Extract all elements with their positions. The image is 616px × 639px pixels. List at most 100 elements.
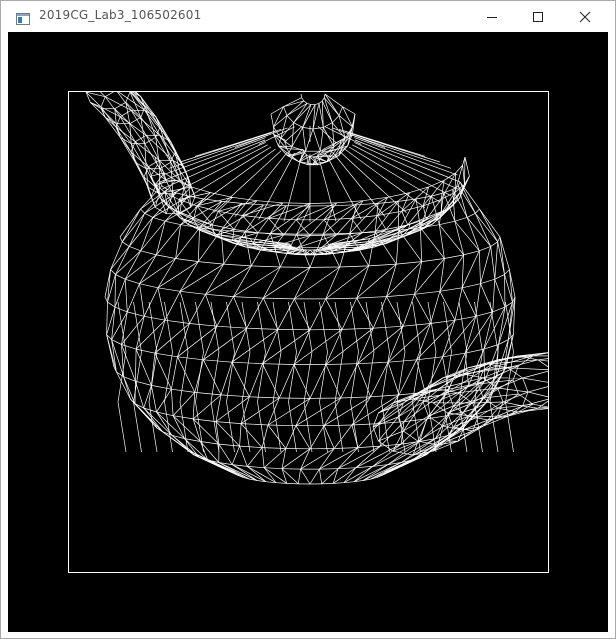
wireframe-edge xyxy=(475,283,481,317)
wireframe-edge xyxy=(343,467,357,483)
wireframe-edge xyxy=(154,353,172,390)
wireframe-edge xyxy=(241,423,269,426)
wireframe-edge xyxy=(264,467,283,470)
wireframe-edge xyxy=(216,296,234,327)
wireframe-edge xyxy=(136,348,155,354)
wireframe-edge xyxy=(348,132,441,163)
wireframe-edge xyxy=(553,370,593,380)
wireframe-edge xyxy=(489,351,499,403)
wireframe-edge xyxy=(331,122,335,147)
wireframe-edge xyxy=(396,261,422,265)
wireframe-edge xyxy=(140,250,157,256)
wireframe-edge xyxy=(464,156,470,177)
wireframe-edge xyxy=(286,103,308,116)
teapot-wireframe xyxy=(85,92,593,485)
wireframe-edge xyxy=(342,327,374,330)
wireframe-edge xyxy=(106,334,115,368)
wireframe-edge xyxy=(85,92,102,108)
wireframe-edge xyxy=(304,152,307,156)
wireframe-edge xyxy=(189,294,206,324)
wireframe-edge xyxy=(115,274,126,280)
minimize-icon xyxy=(487,17,497,18)
wireframe-edge xyxy=(85,92,91,103)
wireframe-edge xyxy=(499,236,510,270)
wireframe-edge xyxy=(115,116,121,128)
wireframe-edge xyxy=(334,145,348,157)
wireframe-edge xyxy=(333,424,353,449)
wireframe-edge xyxy=(303,301,313,353)
wireframe-edge xyxy=(312,156,317,158)
wireframe-edge xyxy=(272,301,282,353)
wireframe-edge xyxy=(553,352,573,356)
wireframe-edge xyxy=(130,399,156,425)
wireframe-edge xyxy=(317,153,337,222)
wireframe-edge xyxy=(226,401,235,453)
wireframe-edge xyxy=(233,296,248,329)
wireframe-edge xyxy=(218,443,240,447)
wireframe-edge xyxy=(334,447,358,449)
wireframe-edge xyxy=(365,401,375,453)
wireframe-edge xyxy=(325,126,362,145)
wireframe-edge xyxy=(179,261,199,292)
wireframe-edge xyxy=(239,445,263,448)
wireframe-scene xyxy=(68,91,593,573)
wireframe-edge xyxy=(179,301,189,353)
wireframe-edge xyxy=(325,298,343,330)
wireframe-edge xyxy=(171,388,195,393)
wireframe-edge xyxy=(319,401,328,453)
wireframe-edge xyxy=(300,93,303,98)
wireframe-edge xyxy=(239,445,248,467)
wireframe-edge xyxy=(180,290,206,295)
wireframe-edge xyxy=(189,323,217,327)
wireframe-edge xyxy=(518,393,534,405)
wireframe-edge xyxy=(114,274,116,308)
opengl-canvas[interactable] xyxy=(8,32,608,632)
wireframe-edge xyxy=(303,100,308,104)
maximize-button[interactable] xyxy=(515,1,561,32)
wireframe-edge xyxy=(283,219,297,236)
wireframe-edge xyxy=(439,220,455,226)
minimize-button[interactable] xyxy=(469,1,515,32)
wireframe-edge xyxy=(362,196,388,202)
wireframe-edge xyxy=(378,423,381,447)
wireframe-edge xyxy=(156,254,176,259)
wireframe-edge xyxy=(588,380,593,394)
wireframe-edge xyxy=(509,269,516,298)
wireframe-edge xyxy=(244,232,252,266)
wireframe-edge xyxy=(504,269,510,275)
wireframe-edge xyxy=(192,392,196,419)
wireframe-edge xyxy=(140,208,145,214)
wireframe-edge xyxy=(155,179,167,188)
wireframe-edge xyxy=(283,202,311,204)
wireframe-edge xyxy=(475,208,480,214)
wireframe-edge xyxy=(396,301,406,353)
wireframe-edge xyxy=(462,283,481,289)
wireframe-edge xyxy=(494,274,505,280)
wireframe-edge xyxy=(527,386,548,393)
wireframe-edge xyxy=(135,381,145,409)
wireframe-edge xyxy=(340,396,371,399)
wireframe-edge xyxy=(416,356,443,361)
wireframe-edge xyxy=(179,401,189,453)
wireframe-edge xyxy=(443,301,452,353)
wireframe-edge xyxy=(251,265,281,268)
wireframe-edge xyxy=(175,258,199,262)
wireframe-edge xyxy=(332,115,340,123)
title-bar[interactable]: 2019CG_Lab3_106502601 xyxy=(1,1,615,32)
wireframe-edge xyxy=(392,450,414,456)
wireframe-edge xyxy=(100,92,106,97)
wireframe-edge xyxy=(120,109,132,118)
wireframe-edge xyxy=(321,100,333,123)
wireframe-edge xyxy=(205,294,218,327)
wireframe-edge xyxy=(241,301,251,353)
wireframe-edge xyxy=(386,293,415,297)
wireframe-edge xyxy=(124,279,128,312)
wireframe-edge xyxy=(319,447,359,470)
wireframe-edge xyxy=(143,287,159,317)
close-button[interactable] xyxy=(562,1,608,32)
wireframe-edge xyxy=(372,296,387,329)
wireframe-edge xyxy=(164,401,173,453)
wireframe-edge xyxy=(370,394,400,398)
wireframe-edge xyxy=(498,307,506,345)
wireframe-edge xyxy=(483,311,494,350)
